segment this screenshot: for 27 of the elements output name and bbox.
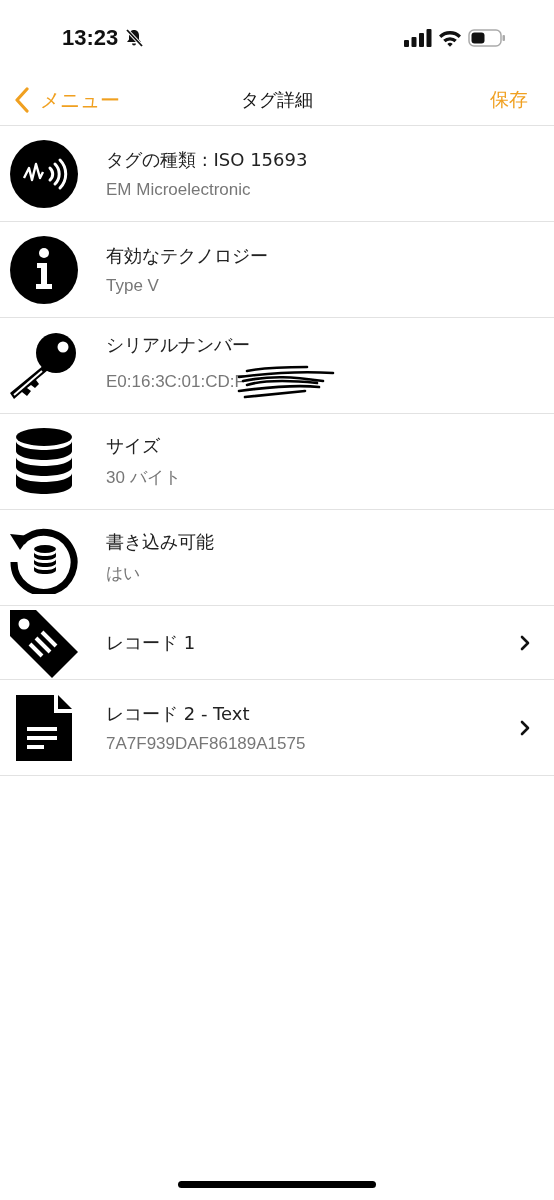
database-icon bbox=[14, 426, 74, 497]
row-subtitle: EM Microelectronic bbox=[106, 179, 251, 200]
list-row[interactable]: レコード 1 bbox=[0, 606, 554, 680]
row-subtitle: はい bbox=[106, 563, 140, 585]
status-time: 13:23 bbox=[62, 24, 119, 51]
list-row[interactable]: レコード 2 - Text 7A7F939DAF86189A1575 bbox=[0, 680, 554, 776]
row-subtitle: 30 バイト bbox=[106, 467, 181, 489]
tag-icon bbox=[8, 607, 80, 678]
row-subtitle: 7A7F939DAF86189A1575 bbox=[106, 733, 306, 754]
wifi-icon bbox=[438, 28, 462, 47]
row-title: 有効なテクノロジー bbox=[106, 243, 269, 268]
row-title: サイズ bbox=[106, 434, 161, 458]
row-title: 書き込み可能 bbox=[106, 530, 215, 554]
row-title: タグの種類 : ISO 15693 bbox=[106, 147, 309, 172]
row-subtitle: Type V bbox=[106, 275, 159, 296]
chevron-left-icon bbox=[14, 87, 30, 113]
nav-title: タグ詳細 bbox=[241, 88, 313, 112]
signal-icon bbox=[404, 28, 432, 47]
row-subtitle: E0:16:3C:01:CD:F bbox=[106, 371, 245, 392]
row-title: レコード 2 - Text bbox=[106, 701, 251, 726]
document-icon bbox=[14, 692, 74, 763]
info-icon bbox=[10, 235, 78, 304]
battery-icon bbox=[468, 28, 506, 47]
nfc-signal-icon bbox=[10, 139, 78, 208]
row-title: シリアルナンバー bbox=[106, 332, 251, 357]
row-title: レコード 1 bbox=[106, 630, 197, 655]
back-label: メニュー bbox=[40, 86, 120, 114]
